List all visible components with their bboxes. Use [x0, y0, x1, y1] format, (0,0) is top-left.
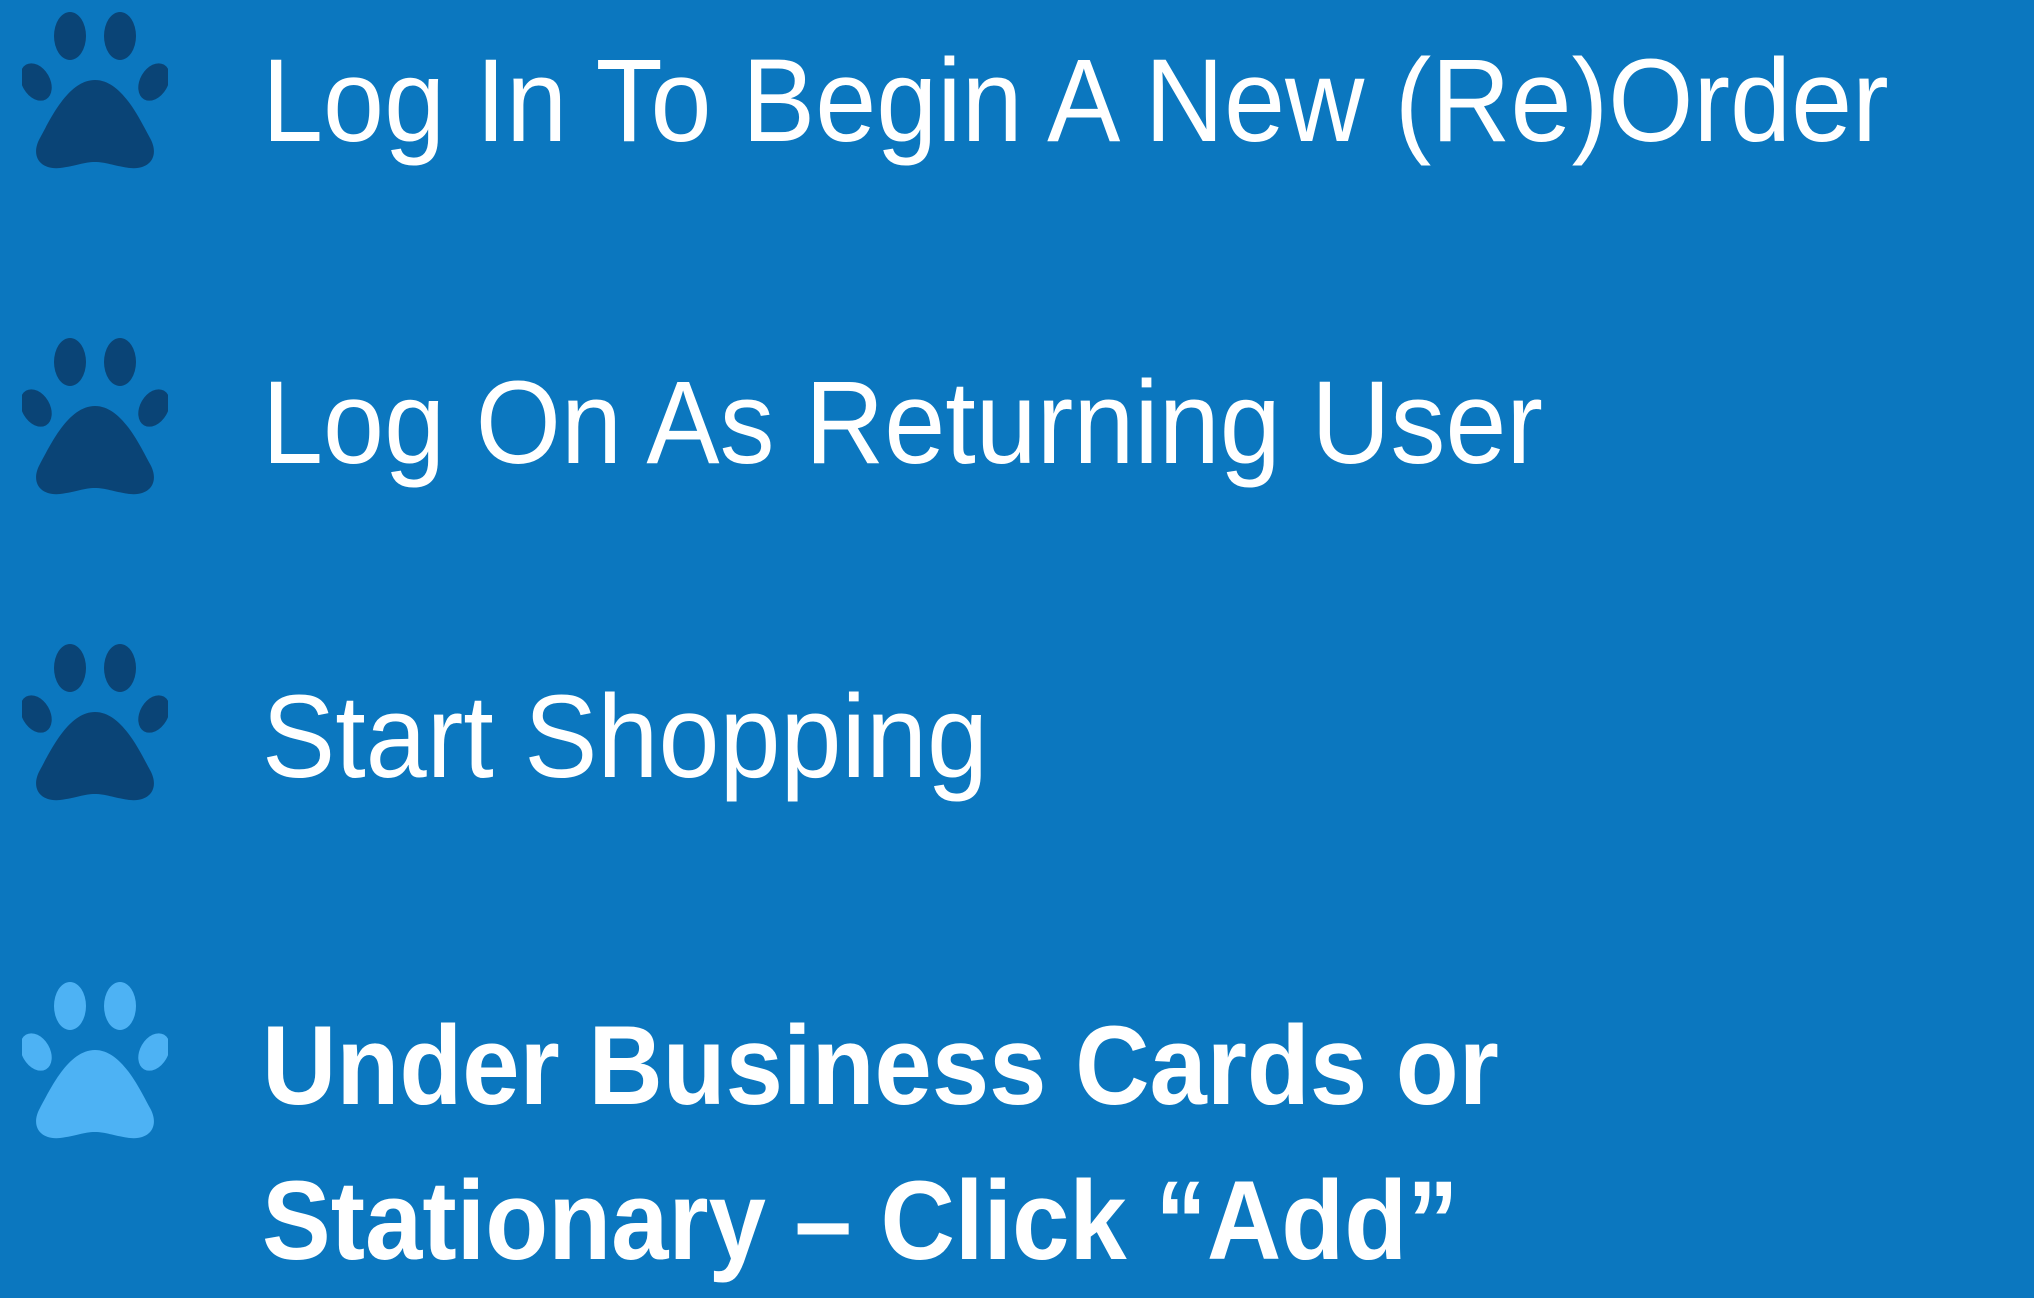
paw-icon — [22, 338, 168, 495]
step-label: Log In To Begin A New (Re)Order — [262, 35, 1889, 167]
step-label: Log On As Returning User — [262, 357, 1543, 489]
step-label: Start Shopping — [262, 671, 989, 803]
paw-icon — [22, 644, 168, 801]
paw-icon — [22, 982, 168, 1139]
step-label-current: Under Business Cards or Stationary – Cli… — [262, 1003, 1499, 1283]
paw-icon — [22, 12, 168, 169]
